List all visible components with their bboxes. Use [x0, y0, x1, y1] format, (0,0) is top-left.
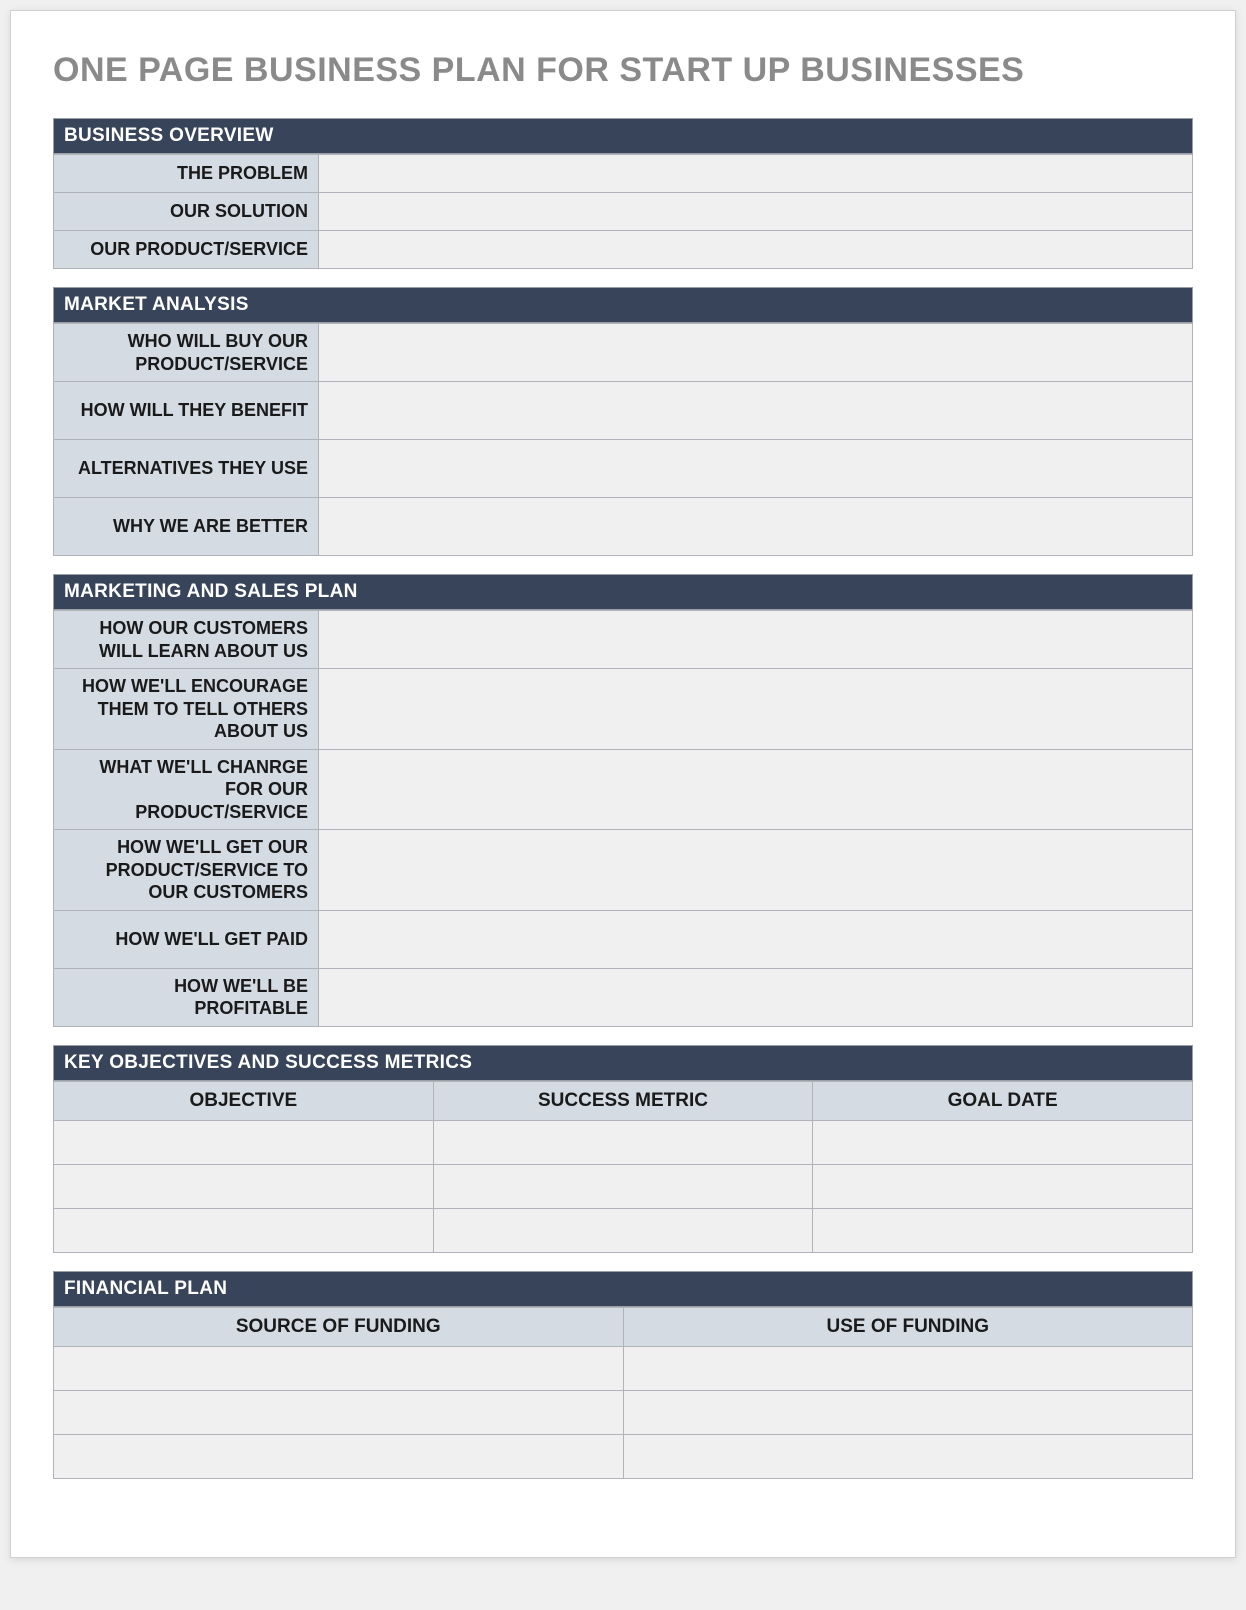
row-label: WHO WILL BUY OUR PRODUCT/SERVICE — [54, 324, 319, 382]
row-label: OUR PRODUCT/SERVICE — [54, 231, 319, 269]
row-label: WHAT WE'LL CHANRGE FOR OUR PRODUCT/SERVI… — [54, 749, 319, 830]
section-market-analysis: MARKET ANALYSIS WHO WILL BUY OUR PRODUCT… — [53, 287, 1193, 556]
row-value[interactable] — [319, 440, 1193, 498]
table-row: HOW WILL THEY BENEFIT — [54, 382, 1193, 440]
row-value[interactable] — [319, 155, 1193, 193]
row-value[interactable] — [319, 669, 1193, 750]
row-label: WHY WE ARE BETTER — [54, 498, 319, 556]
row-label: HOW WE'LL GET OUR PRODUCT/SERVICE TO OUR… — [54, 830, 319, 911]
row-label: OUR SOLUTION — [54, 193, 319, 231]
row-label: HOW WILL THEY BENEFIT — [54, 382, 319, 440]
row-value[interactable] — [319, 749, 1193, 830]
row-label: THE PROBLEM — [54, 155, 319, 193]
marketing-table: HOW OUR CUSTOMERS WILL LEARN ABOUT US HO… — [53, 610, 1193, 1027]
section-header-financial: FINANCIAL PLAN — [53, 1271, 1193, 1307]
table-row: HOW WE'LL BE PROFITABLE — [54, 968, 1193, 1026]
cell[interactable] — [623, 1346, 1193, 1390]
table-row: HOW WE'LL GET OUR PRODUCT/SERVICE TO OUR… — [54, 830, 1193, 911]
table-row: HOW OUR CUSTOMERS WILL LEARN ABOUT US — [54, 611, 1193, 669]
row-value[interactable] — [319, 611, 1193, 669]
col-header-objective: OBJECTIVE — [54, 1081, 434, 1120]
col-header-goaldate: GOAL DATE — [813, 1081, 1193, 1120]
row-label: HOW WE'LL ENCOURAGE THEM TO TELL OTHERS … — [54, 669, 319, 750]
row-value[interactable] — [319, 968, 1193, 1026]
table-header-row: SOURCE OF FUNDING USE OF FUNDING — [54, 1307, 1193, 1346]
section-header-overview: BUSINESS OVERVIEW — [53, 118, 1193, 154]
row-value[interactable] — [319, 324, 1193, 382]
col-header-use: USE OF FUNDING — [623, 1307, 1193, 1346]
table-row: OUR PRODUCT/SERVICE — [54, 231, 1193, 269]
cell[interactable] — [623, 1390, 1193, 1434]
table-row: WHY WE ARE BETTER — [54, 498, 1193, 556]
table-row — [54, 1346, 1193, 1390]
page-title: ONE PAGE BUSINESS PLAN FOR START UP BUSI… — [53, 51, 1193, 90]
overview-table: THE PROBLEM OUR SOLUTION OUR PRODUCT/SER… — [53, 154, 1193, 269]
cell[interactable] — [54, 1208, 434, 1252]
cell[interactable] — [433, 1164, 813, 1208]
cell[interactable] — [54, 1390, 624, 1434]
row-label: HOW WE'LL GET PAID — [54, 910, 319, 968]
row-value[interactable] — [319, 498, 1193, 556]
table-row — [54, 1164, 1193, 1208]
table-row: OUR SOLUTION — [54, 193, 1193, 231]
table-row — [54, 1120, 1193, 1164]
table-row: WHAT WE'LL CHANRGE FOR OUR PRODUCT/SERVI… — [54, 749, 1193, 830]
section-marketing-sales: MARKETING AND SALES PLAN HOW OUR CUSTOME… — [53, 574, 1193, 1027]
table-row: ALTERNATIVES THEY USE — [54, 440, 1193, 498]
section-header-marketing: MARKETING AND SALES PLAN — [53, 574, 1193, 610]
cell[interactable] — [54, 1434, 624, 1478]
row-value[interactable] — [319, 193, 1193, 231]
table-row: WHO WILL BUY OUR PRODUCT/SERVICE — [54, 324, 1193, 382]
market-table: WHO WILL BUY OUR PRODUCT/SERVICE HOW WIL… — [53, 323, 1193, 556]
row-value[interactable] — [319, 910, 1193, 968]
col-header-metric: SUCCESS METRIC — [433, 1081, 813, 1120]
cell[interactable] — [623, 1434, 1193, 1478]
table-row — [54, 1434, 1193, 1478]
section-header-objectives: KEY OBJECTIVES AND SUCCESS METRICS — [53, 1045, 1193, 1081]
row-label: ALTERNATIVES THEY USE — [54, 440, 319, 498]
row-label: HOW WE'LL BE PROFITABLE — [54, 968, 319, 1026]
table-row — [54, 1208, 1193, 1252]
cell[interactable] — [813, 1120, 1193, 1164]
document-page: ONE PAGE BUSINESS PLAN FOR START UP BUSI… — [10, 10, 1236, 1558]
cell[interactable] — [54, 1346, 624, 1390]
cell[interactable] — [54, 1120, 434, 1164]
financial-table: SOURCE OF FUNDING USE OF FUNDING — [53, 1307, 1193, 1479]
section-header-market: MARKET ANALYSIS — [53, 287, 1193, 323]
table-row — [54, 1390, 1193, 1434]
section-business-overview: BUSINESS OVERVIEW THE PROBLEM OUR SOLUTI… — [53, 118, 1193, 269]
row-value[interactable] — [319, 830, 1193, 911]
table-row: HOW WE'LL GET PAID — [54, 910, 1193, 968]
col-header-source: SOURCE OF FUNDING — [54, 1307, 624, 1346]
cell[interactable] — [433, 1120, 813, 1164]
table-row: THE PROBLEM — [54, 155, 1193, 193]
cell[interactable] — [813, 1208, 1193, 1252]
row-value[interactable] — [319, 382, 1193, 440]
table-row: HOW WE'LL ENCOURAGE THEM TO TELL OTHERS … — [54, 669, 1193, 750]
cell[interactable] — [433, 1208, 813, 1252]
section-objectives: KEY OBJECTIVES AND SUCCESS METRICS OBJEC… — [53, 1045, 1193, 1253]
row-value[interactable] — [319, 231, 1193, 269]
cell[interactable] — [54, 1164, 434, 1208]
table-header-row: OBJECTIVE SUCCESS METRIC GOAL DATE — [54, 1081, 1193, 1120]
section-financial: FINANCIAL PLAN SOURCE OF FUNDING USE OF … — [53, 1271, 1193, 1479]
cell[interactable] — [813, 1164, 1193, 1208]
row-label: HOW OUR CUSTOMERS WILL LEARN ABOUT US — [54, 611, 319, 669]
objectives-table: OBJECTIVE SUCCESS METRIC GOAL DATE — [53, 1081, 1193, 1253]
